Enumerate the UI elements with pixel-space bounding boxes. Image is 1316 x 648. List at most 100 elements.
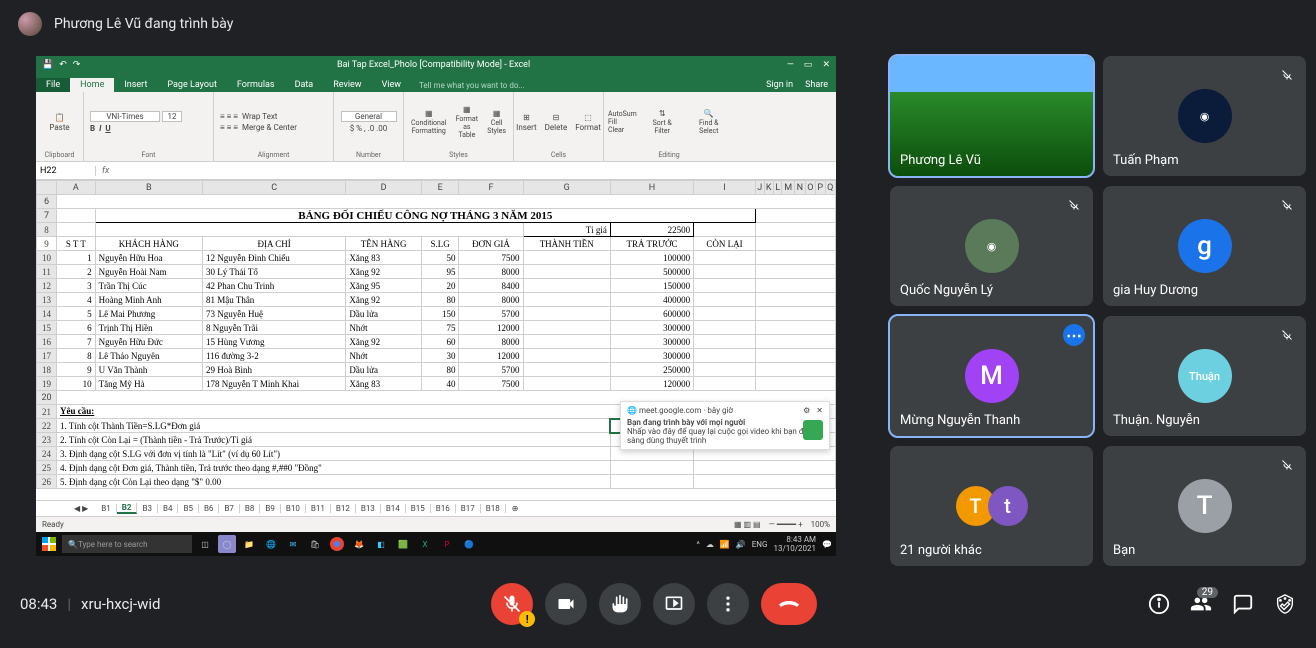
sheet-tab-B7[interactable]: B7 xyxy=(219,504,239,513)
tab-home[interactable]: Home xyxy=(70,78,114,92)
info-button[interactable] xyxy=(1148,593,1170,615)
excel-redo-icon[interactable]: ↷ xyxy=(73,60,81,70)
notification-toast[interactable]: 🌐 meet.google.com · bây giờ ⚙✕ Bạn đang … xyxy=(620,401,830,450)
participant-tile[interactable]: M⋯Mừng Nguyễn Thanh xyxy=(890,316,1093,436)
cond-fmt[interactable]: ▦Conditional Formatting xyxy=(408,108,449,136)
sheet-tab-B16[interactable]: B16 xyxy=(431,504,456,513)
store-icon[interactable]: 🛍 xyxy=(306,535,324,553)
app2-icon[interactable]: 🔵 xyxy=(460,535,478,553)
tab-formulas[interactable]: Formulas xyxy=(227,78,285,92)
mail-icon[interactable]: ✉ xyxy=(284,535,302,553)
app-icon[interactable]: 🟩 xyxy=(394,535,412,553)
paste-button[interactable]: 📋Paste xyxy=(46,112,72,133)
camera-button[interactable] xyxy=(545,583,587,625)
taskbar-search[interactable]: 🔍 Type here to search xyxy=(62,535,192,553)
fmt-table[interactable]: ▦Format as Table xyxy=(451,104,482,140)
tab-data[interactable]: Data xyxy=(285,78,324,92)
chat-button[interactable] xyxy=(1232,593,1254,615)
wrap-text[interactable]: Wrap Text xyxy=(242,112,277,121)
present-button[interactable] xyxy=(653,583,695,625)
insert-cells[interactable]: ⊞Insert xyxy=(513,112,540,133)
powerpoint-icon[interactable]: P xyxy=(438,535,456,553)
spreadsheet-grid[interactable]: ABCDEFGHIJKLMNOPQ67BẢNG ĐỐI CHIẾU CÔNG N… xyxy=(36,180,836,500)
sheet-tab-B11[interactable]: B11 xyxy=(306,504,331,513)
sheet-tab-B12[interactable]: B12 xyxy=(331,504,356,513)
hangup-button[interactable] xyxy=(761,583,817,625)
participant-name: Tuấn Phạm xyxy=(1113,153,1179,168)
sheet-tab-B3[interactable]: B3 xyxy=(137,504,157,513)
sheet-tab-B14[interactable]: B14 xyxy=(381,504,406,513)
tab-view[interactable]: View xyxy=(372,78,411,92)
maximize-icon[interactable]: ▭ xyxy=(804,60,813,70)
people-button[interactable]: 29 xyxy=(1190,593,1212,615)
excel-undo-icon[interactable]: ↶ xyxy=(59,60,67,70)
tab-pagelayout[interactable]: Page Layout xyxy=(157,78,227,92)
tab-file[interactable]: File xyxy=(36,78,70,92)
firefox-icon[interactable]: 🦊 xyxy=(350,535,368,553)
merge-center[interactable]: Merge & Center xyxy=(242,123,297,132)
autosum[interactable]: AutoSum xyxy=(608,110,637,118)
participant-tile[interactable]: ◉Quốc Nguyễn Lý xyxy=(890,186,1093,306)
font-size[interactable]: 12 xyxy=(162,111,182,122)
participant-tile[interactable]: Tt21 người khác xyxy=(890,446,1093,566)
underline-button[interactable]: U xyxy=(105,124,110,133)
excel-window: 💾 ↶ ↷ Bai Tap Excel_Pholo [Compatibility… xyxy=(36,56,836,556)
sheet-tab-B10[interactable]: B10 xyxy=(281,504,306,513)
participant-tile[interactable]: ggia Huy Dương xyxy=(1103,186,1306,306)
sheet-tab-B13[interactable]: B13 xyxy=(356,504,381,513)
sheet-tab-B6[interactable]: B6 xyxy=(199,504,219,513)
cortana-icon[interactable]: ◯ xyxy=(218,535,236,553)
number-format[interactable]: General xyxy=(341,111,397,122)
tab-insert[interactable]: Insert xyxy=(114,78,157,92)
raise-hand-button[interactable] xyxy=(599,583,641,625)
tell-me[interactable]: Tell me what you want to do... xyxy=(411,79,533,92)
activities-button[interactable] xyxy=(1274,593,1296,615)
font-name[interactable]: VNI-Times xyxy=(90,111,160,122)
italic-button[interactable]: I xyxy=(99,124,101,133)
participant-tile[interactable]: Phương Lê Vũ xyxy=(890,56,1093,176)
sheet-tab-B9[interactable]: B9 xyxy=(260,504,280,513)
mic-button[interactable]: ! xyxy=(491,583,533,625)
minimize-icon[interactable]: — xyxy=(787,60,794,70)
shared-screen: 💾 ↶ ↷ Bai Tap Excel_Pholo [Compatibility… xyxy=(0,48,880,568)
sheet-tab-B1[interactable]: B1 xyxy=(96,504,116,513)
sheet-tab-B15[interactable]: B15 xyxy=(406,504,431,513)
name-box[interactable]: H22 xyxy=(36,166,96,176)
close-icon[interactable]: ✕ xyxy=(822,60,830,70)
mute-icon xyxy=(1063,194,1085,216)
cell-styles[interactable]: ▦Cell Styles xyxy=(484,108,509,136)
delete-cells[interactable]: ⊟Delete xyxy=(542,112,571,133)
sheet-tab-B17[interactable]: B17 xyxy=(456,504,481,513)
sort-filter[interactable]: ⇅Sort & Filter xyxy=(643,108,682,136)
excel-save-icon[interactable]: 💾 xyxy=(42,60,53,70)
chrome-icon[interactable] xyxy=(328,535,346,553)
participant-tile[interactable]: ◉Tuấn Phạm xyxy=(1103,56,1306,176)
tab-review[interactable]: Review xyxy=(323,78,371,92)
format-cells[interactable]: ⬚Format xyxy=(572,112,604,133)
excel-taskbar-icon[interactable]: X xyxy=(416,535,434,553)
presenter-avatar xyxy=(18,12,42,36)
more-options-button[interactable] xyxy=(707,583,749,625)
fx-icon[interactable]: fx xyxy=(96,166,115,176)
sheet-tab-B8[interactable]: B8 xyxy=(240,504,260,513)
clear[interactable]: Clear xyxy=(608,126,637,134)
find-select[interactable]: 🔍Find & Select xyxy=(688,108,730,136)
vscode-icon[interactable]: ◧ xyxy=(372,535,390,553)
toast-close[interactable]: ✕ xyxy=(816,406,823,415)
taskview-icon[interactable]: ◫ xyxy=(196,535,214,553)
signin-link[interactable]: Sign in xyxy=(766,80,793,90)
share-link[interactable]: Share xyxy=(805,80,828,90)
toast-settings[interactable]: ⚙ xyxy=(803,406,810,415)
sheet-tab-B18[interactable]: B18 xyxy=(481,504,506,513)
sheet-tab-B2[interactable]: B2 xyxy=(117,503,138,514)
sheet-tab-B4[interactable]: B4 xyxy=(158,504,178,513)
fill[interactable]: Fill xyxy=(608,118,637,126)
more-icon[interactable]: ⋯ xyxy=(1063,324,1085,346)
start-button[interactable] xyxy=(40,535,58,553)
bold-button[interactable]: B xyxy=(90,124,95,133)
folder-icon[interactable]: 📁 xyxy=(240,535,258,553)
participant-tile[interactable]: TBạn xyxy=(1103,446,1306,566)
sheet-tab-B5[interactable]: B5 xyxy=(178,504,198,513)
participant-tile[interactable]: ThuậnThuận. Nguyễn xyxy=(1103,316,1306,436)
edge-icon[interactable]: 🌐 xyxy=(262,535,280,553)
